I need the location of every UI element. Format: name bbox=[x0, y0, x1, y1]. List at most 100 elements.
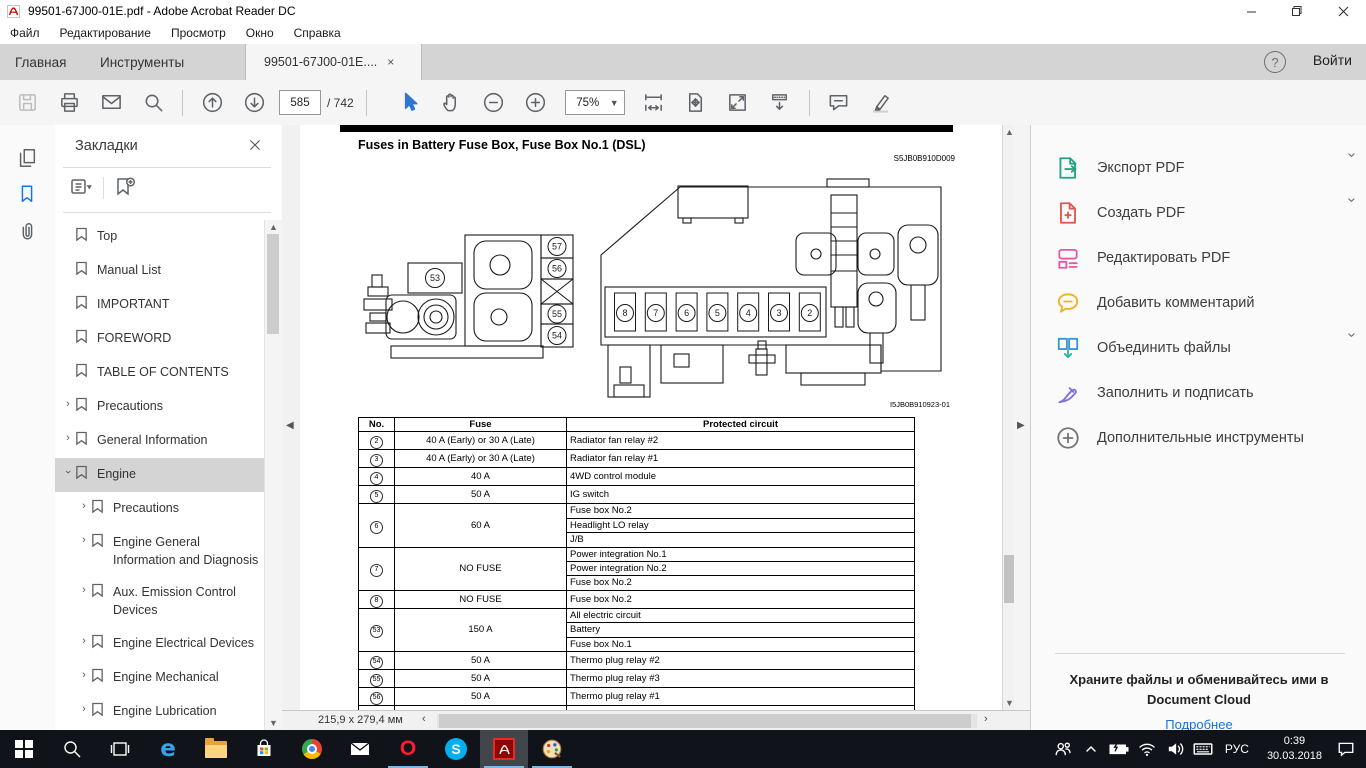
zoom-in-icon[interactable] bbox=[521, 88, 551, 118]
tool-item-edit-pdf[interactable]: Редактировать PDF bbox=[1031, 235, 1366, 280]
tab-document[interactable]: 99501-67J00-01E.... × bbox=[245, 44, 422, 80]
scroll-left-icon[interactable]: ‹ bbox=[422, 713, 426, 725]
battery-icon[interactable] bbox=[1107, 730, 1131, 768]
expander-icon[interactable]: › bbox=[77, 500, 91, 512]
scroll-right-icon[interactable]: › bbox=[984, 713, 988, 725]
reading-mode-icon[interactable] bbox=[765, 88, 795, 118]
expander-icon[interactable]: › bbox=[77, 534, 91, 546]
page-up-icon[interactable] bbox=[197, 88, 227, 118]
bookmark-item[interactable]: ›Aux. Emission Control Devices bbox=[55, 576, 264, 626]
print-icon[interactable] bbox=[54, 88, 84, 118]
menu-item[interactable]: Справка bbox=[284, 22, 351, 44]
bookmark-item[interactable]: ›Engine Electrical Devices bbox=[55, 627, 264, 661]
close-button[interactable] bbox=[1320, 0, 1366, 22]
volume-icon[interactable] bbox=[1163, 730, 1187, 768]
menu-item[interactable]: Окно bbox=[236, 22, 284, 44]
expander-icon[interactable]: › bbox=[77, 635, 91, 647]
document-scroll-thumb[interactable] bbox=[1004, 555, 1014, 603]
bookmark-item[interactable]: ›General Information bbox=[55, 424, 264, 458]
chevron-down-icon[interactable]: › bbox=[1344, 333, 1361, 363]
restore-button[interactable] bbox=[1274, 0, 1320, 22]
expander-icon[interactable]: › bbox=[77, 669, 91, 681]
comment-icon[interactable] bbox=[824, 88, 854, 118]
bookmark-item[interactable]: ›Engine Lubrication bbox=[55, 695, 264, 729]
clock[interactable]: 0:39 30.03.2018 bbox=[1267, 734, 1322, 764]
task-view-taskbar-button[interactable] bbox=[96, 730, 144, 768]
tab-close-icon[interactable]: × bbox=[387, 55, 394, 69]
hand-icon[interactable] bbox=[437, 88, 467, 118]
collapse-left-icon[interactable]: ◀ bbox=[286, 420, 294, 431]
language-indicator[interactable]: РУС bbox=[1225, 742, 1249, 756]
edge-taskbar-button[interactable]: e bbox=[144, 730, 192, 768]
attachments-icon[interactable] bbox=[16, 221, 40, 245]
tool-item-combine-files[interactable]: Объединить файлы› bbox=[1031, 325, 1366, 370]
zoom-out-icon[interactable] bbox=[479, 88, 509, 118]
file-explorer-taskbar-button[interactable] bbox=[192, 730, 240, 768]
add-bookmark-icon[interactable] bbox=[113, 175, 139, 199]
chrome-taskbar-button[interactable] bbox=[288, 730, 336, 768]
tool-item-more-tools[interactable]: Дополнительные инструменты bbox=[1031, 415, 1366, 460]
fullscreen-icon[interactable] bbox=[723, 88, 753, 118]
start-taskbar-button[interactable] bbox=[0, 730, 48, 768]
fit-width-icon[interactable] bbox=[639, 88, 669, 118]
close-icon[interactable] bbox=[247, 137, 265, 155]
right-panel-collapse-strip[interactable]: ▶ bbox=[1014, 125, 1030, 710]
expander-icon[interactable]: › bbox=[61, 432, 75, 444]
expander-icon[interactable]: › bbox=[61, 398, 75, 410]
tab-home[interactable]: Главная bbox=[15, 44, 66, 80]
people-icon[interactable] bbox=[1051, 730, 1075, 768]
keyboard-icon[interactable] bbox=[1191, 730, 1215, 768]
tool-item-add-comment[interactable]: Добавить комментарий bbox=[1031, 280, 1366, 325]
fit-page-icon[interactable] bbox=[681, 88, 711, 118]
expander-icon[interactable]: › bbox=[77, 584, 91, 596]
action-center-icon[interactable] bbox=[1334, 730, 1358, 768]
horizontal-scrollbar[interactable] bbox=[437, 714, 977, 728]
chevron-down-icon[interactable]: › bbox=[1344, 153, 1361, 183]
bookmarks-scrollbar[interactable]: ▲ ▼ bbox=[264, 220, 282, 730]
expander-icon[interactable]: › bbox=[77, 703, 91, 715]
bookmark-item[interactable]: Top bbox=[55, 220, 264, 254]
bookmark-item[interactable]: FOREWORD bbox=[55, 322, 264, 356]
bookmark-item[interactable]: ›Engine bbox=[55, 458, 264, 492]
skype-taskbar-button[interactable]: S bbox=[432, 730, 480, 768]
bookmark-item[interactable]: TABLE OF CONTENTS bbox=[55, 356, 264, 390]
wifi-icon[interactable] bbox=[1135, 730, 1159, 768]
page-down-icon[interactable] bbox=[239, 88, 269, 118]
search-icon[interactable] bbox=[138, 88, 168, 118]
zoom-dropdown-icon[interactable]: ▼ bbox=[610, 98, 624, 108]
menu-item[interactable]: Редактирование bbox=[50, 22, 161, 44]
search-taskbar-button[interactable] bbox=[48, 730, 96, 768]
bookmark-item[interactable]: ›Engine Mechanical bbox=[55, 661, 264, 695]
scroll-up-icon[interactable]: ▲ bbox=[265, 220, 282, 234]
acrobat-taskbar-button[interactable] bbox=[480, 730, 528, 768]
bookmark-item[interactable]: IMPORTANT bbox=[55, 288, 264, 322]
tool-item-fill-sign[interactable]: Заполнить и подписать bbox=[1031, 370, 1366, 415]
pointer-icon[interactable] bbox=[395, 88, 425, 118]
menu-item[interactable]: Просмотр bbox=[161, 22, 236, 44]
bookmark-item[interactable]: ›Precautions bbox=[55, 390, 264, 424]
bookmark-item[interactable]: Manual List bbox=[55, 254, 264, 288]
zoom-level-select[interactable]: 75% ▼ bbox=[565, 90, 625, 115]
mail-taskbar-button[interactable] bbox=[336, 730, 384, 768]
store-taskbar-button[interactable] bbox=[240, 730, 288, 768]
sign-in-button[interactable]: Войти bbox=[1313, 52, 1352, 68]
bookmark-item[interactable]: ›Precautions bbox=[55, 492, 264, 526]
tab-tools[interactable]: Инструменты bbox=[100, 44, 184, 80]
options-icon[interactable] bbox=[69, 175, 95, 199]
horizontal-scroll-thumb[interactable] bbox=[439, 714, 971, 728]
page-thumbnails-icon[interactable] bbox=[16, 147, 40, 171]
chevron-up-icon[interactable] bbox=[1079, 730, 1103, 768]
tool-item-create-pdf[interactable]: Создать PDF› bbox=[1031, 190, 1366, 235]
chevron-down-icon[interactable]: › bbox=[1344, 198, 1361, 228]
bookmarks-icon[interactable] bbox=[16, 183, 40, 207]
expander-icon[interactable]: › bbox=[62, 465, 74, 479]
highlighter-icon[interactable] bbox=[866, 88, 896, 118]
left-panel-collapse-strip[interactable]: ◀ bbox=[282, 125, 300, 710]
bookmark-item[interactable]: ›Engine General Information and Diagnosi… bbox=[55, 526, 264, 576]
save-icon[interactable] bbox=[12, 88, 42, 118]
bookmarks-scroll-thumb[interactable] bbox=[267, 234, 279, 334]
page-number-input[interactable] bbox=[279, 90, 321, 115]
paint-taskbar-button[interactable] bbox=[528, 730, 576, 768]
minimize-button[interactable] bbox=[1228, 0, 1274, 22]
email-icon[interactable] bbox=[96, 88, 126, 118]
